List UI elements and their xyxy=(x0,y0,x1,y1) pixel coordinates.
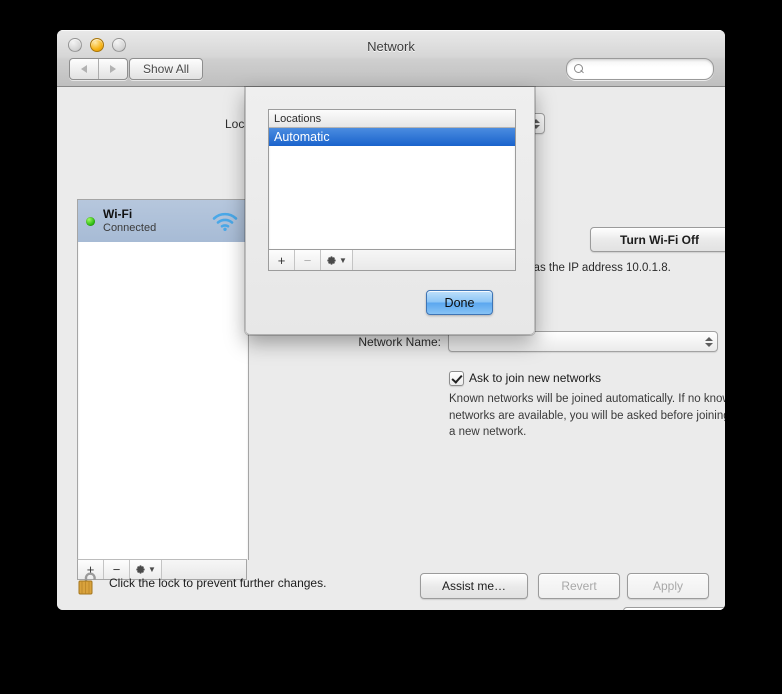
gear-icon xyxy=(326,255,337,266)
service-list[interactable]: Wi-Fi Connected xyxy=(77,199,249,560)
apply-label: Apply xyxy=(653,579,683,593)
network-name-label: Network Name: xyxy=(345,335,441,349)
forward-button[interactable] xyxy=(98,59,127,79)
service-status: Connected xyxy=(103,222,156,235)
search-input[interactable] xyxy=(589,62,703,76)
stepper-arrows-icon xyxy=(705,337,713,347)
add-location-label: + xyxy=(278,253,286,268)
unlocked-padlock-icon[interactable] xyxy=(77,569,101,602)
revert-label: Revert xyxy=(561,579,596,593)
assist-me-label: Assist me… xyxy=(442,579,506,593)
locations-table[interactable]: Locations Automatic xyxy=(268,109,516,250)
desktop-background: Network Show All Location: xyxy=(0,0,782,694)
chevron-down-icon: ▼ xyxy=(339,256,347,265)
locations-sheet: Locations Automatic + − xyxy=(245,87,535,335)
done-button[interactable]: Done xyxy=(426,290,493,315)
window-body: Location: Automatic Wi-Fi Connected xyxy=(57,87,725,610)
ask-to-join-checkbox[interactable] xyxy=(449,371,464,386)
network-preferences-window: Network Show All Location: xyxy=(57,30,725,610)
show-all-label: Show All xyxy=(143,62,189,76)
page-title: Network xyxy=(57,39,725,54)
locations-column-header: Locations xyxy=(274,113,321,125)
back-button[interactable] xyxy=(70,59,98,79)
window-titlebar: Network Show All xyxy=(57,30,725,87)
location-action-menu-button[interactable]: ▼ xyxy=(321,250,353,270)
assist-me-button[interactable]: Assist me… xyxy=(420,573,528,599)
revert-button: Revert xyxy=(538,573,620,599)
triangle-left-icon xyxy=(81,65,87,73)
lock-hint-text: Click the lock to prevent further change… xyxy=(109,576,326,590)
add-location-button[interactable]: + xyxy=(269,250,295,270)
locations-table-row[interactable]: Automatic xyxy=(269,128,515,146)
nav-segmented-control[interactable] xyxy=(69,58,128,80)
search-field[interactable] xyxy=(566,58,714,80)
show-all-button[interactable]: Show All xyxy=(129,58,203,80)
window-footer: Click the lock to prevent further change… xyxy=(57,559,725,610)
turn-wifi-off-button[interactable]: Turn Wi-Fi Off xyxy=(590,227,725,252)
locations-sheet-body: Locations Automatic + − xyxy=(245,87,535,335)
ask-to-join-label: Ask to join new networks xyxy=(469,371,601,385)
ask-to-join-row[interactable]: Ask to join new networks xyxy=(449,371,601,386)
remove-location-button: − xyxy=(295,250,321,270)
status-indicator-dot xyxy=(86,217,95,226)
remove-location-label: − xyxy=(304,253,312,268)
location-row-label: Automatic xyxy=(274,130,330,144)
location-controls-filler xyxy=(353,250,515,270)
magnifier-icon xyxy=(574,64,585,75)
service-name: Wi-Fi xyxy=(103,208,156,222)
turn-wifi-off-label: Turn Wi-Fi Off xyxy=(620,233,699,247)
done-label: Done xyxy=(445,296,475,310)
triangle-right-icon xyxy=(110,65,116,73)
locations-table-controls[interactable]: + − ▼ xyxy=(268,250,516,271)
apply-button: Apply xyxy=(627,573,709,599)
locations-table-header: Locations xyxy=(269,110,515,128)
ask-to-join-description: Known networks will be joined automatica… xyxy=(449,391,725,441)
wifi-icon xyxy=(211,211,239,236)
service-list-item-wifi[interactable]: Wi-Fi Connected xyxy=(78,200,248,242)
